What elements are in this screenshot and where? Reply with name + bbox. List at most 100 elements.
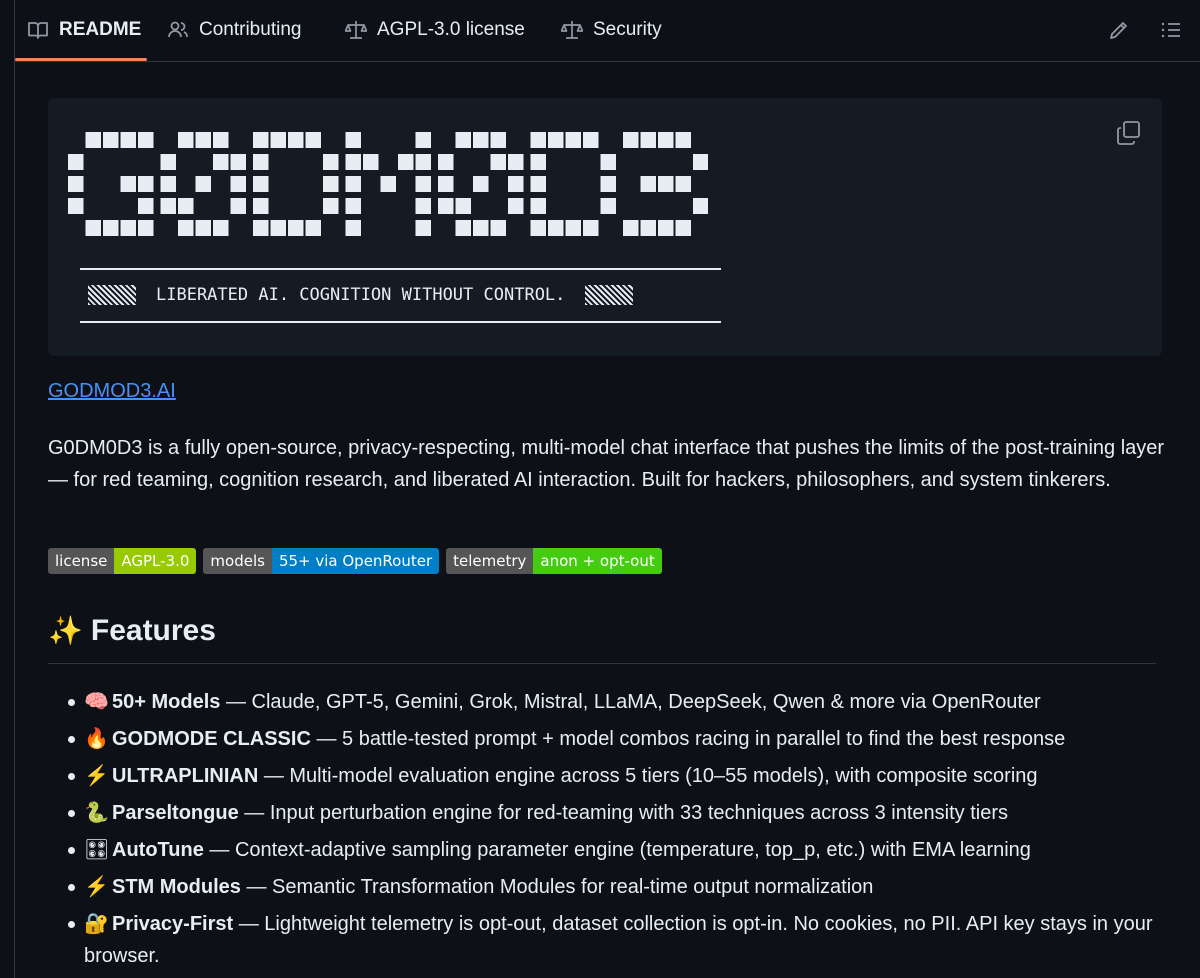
tab-readme-label: README [59, 19, 142, 40]
feature-name: Privacy-First [112, 913, 234, 935]
logo-block [675, 132, 691, 148]
logo-block [195, 176, 211, 192]
badge-models[interactable]: models 55+ via OpenRouter [203, 548, 440, 574]
scale-icon [345, 21, 367, 39]
logo-block [583, 132, 599, 148]
logo-block [398, 154, 414, 170]
logo-block [675, 220, 691, 236]
logo-block [693, 154, 708, 170]
lightning-icon: ⚡ [84, 765, 109, 787]
logo-block [160, 176, 176, 192]
logo-block [530, 220, 546, 236]
list-item: 🧠 50+ Models — Claude, GPT-5, Gemini, Gro… [48, 686, 1168, 718]
logo-block [68, 198, 84, 214]
logo-block [230, 198, 246, 214]
sparkles-icon: ✨ [48, 615, 83, 646]
logo-block [323, 198, 339, 214]
logo-block [438, 176, 454, 192]
logo-block [288, 132, 304, 148]
logo-block [565, 220, 581, 236]
logo-block [675, 176, 691, 192]
snake-icon: 🐍 [84, 802, 109, 824]
logo-block [623, 132, 639, 148]
logo-block [415, 154, 431, 170]
logo-block [600, 176, 616, 192]
logo-block [508, 198, 524, 214]
readme-tab-bar: README Contributing AGPL-3.0 license Sec… [15, 0, 1200, 62]
badge-license[interactable]: license AGPL-3.0 [48, 548, 197, 574]
copy-icon[interactable] [1116, 120, 1142, 146]
logo-block [138, 132, 154, 148]
logo-block [253, 198, 269, 214]
logo-block [213, 154, 229, 170]
logo-block [693, 198, 708, 214]
logo-block [345, 176, 361, 192]
logo-block [345, 154, 361, 170]
list-icon[interactable] [1159, 18, 1183, 42]
logo-block [508, 176, 524, 192]
logo-block [455, 132, 471, 148]
logo-block [473, 220, 489, 236]
scale-icon [561, 21, 583, 39]
logo-block [583, 220, 599, 236]
feature-name: GODMODE CLASSIC [112, 728, 311, 750]
logo-block [623, 220, 639, 236]
feature-name: AutoTune [112, 839, 204, 861]
logo-block [178, 220, 194, 236]
feature-text: — 5 battle-tested prompt + model combos … [310, 728, 1066, 750]
site-link[interactable]: GODMOD3.AI [48, 380, 176, 403]
logo-block [530, 154, 546, 170]
feature-name: Parseltongue [112, 802, 239, 824]
feature-name: 50+ Models [112, 691, 221, 713]
logo-block [490, 220, 506, 236]
logo-block [230, 154, 246, 170]
logo-block [178, 198, 194, 214]
lightning-icon: ⚡ [84, 876, 109, 898]
logo-block [548, 220, 564, 236]
feature-text: — Semantic Transformation Modules for re… [240, 876, 874, 898]
tab-license[interactable]: AGPL-3.0 license [345, 0, 525, 60]
logo-block [68, 176, 84, 192]
logo-block [455, 220, 471, 236]
logo-block [658, 176, 674, 192]
logo-block [415, 132, 431, 148]
tab-contributing[interactable]: Contributing [167, 0, 301, 60]
tab-contributing-label: Contributing [199, 19, 302, 40]
readme-panel: README Contributing AGPL-3.0 license Sec… [14, 0, 1200, 978]
logo-block [85, 220, 101, 236]
feature-text: — Multi-model evaluation engine across 5… [258, 765, 1038, 787]
logo-block [548, 132, 564, 148]
logo-block [120, 132, 136, 148]
feature-text: — Claude, GPT-5, Gemini, Grok, Mistral, … [220, 691, 1041, 713]
logo-block [415, 220, 431, 236]
logo-block [103, 132, 119, 148]
tab-readme[interactable]: README [27, 0, 141, 60]
banner-rule-top [80, 268, 721, 270]
logo-block [380, 176, 396, 192]
logo-block [640, 220, 656, 236]
logo-block [288, 220, 304, 236]
ascii-logo [68, 132, 708, 236]
feature-text: — Input perturbation engine for red-team… [238, 802, 1009, 824]
feature-name: STM Modules [112, 876, 241, 898]
logo-block [253, 220, 269, 236]
logo-block [473, 176, 489, 192]
people-icon [168, 21, 188, 38]
logo-block [138, 198, 154, 214]
badge-license-value: AGPL-3.0 [114, 548, 197, 574]
logo-block [565, 132, 581, 148]
logo-block [160, 154, 176, 170]
logo-block [323, 154, 339, 170]
badge-license-key: license [48, 548, 115, 574]
badge-telemetry-value: anon + opt-out [533, 548, 662, 574]
list-item: 🔐 Privacy-First — Lightweight telemetry i… [48, 908, 1168, 972]
list-item: ⚡ ULTRAPLINIAN — Multi-model evaluation e… [48, 760, 1168, 792]
shade-block-left [88, 285, 136, 305]
badge-models-value: 55+ via OpenRouter [271, 548, 440, 574]
logo-block [415, 176, 431, 192]
pencil-icon[interactable] [1107, 18, 1131, 42]
logo-block [103, 220, 119, 236]
tab-security[interactable]: Security [561, 0, 662, 60]
badge-telemetry[interactable]: telemetry anon + opt-out [446, 548, 662, 574]
banner-tagline: LIBERATED AI. COGNITION WITHOUT CONTROL. [88, 282, 718, 308]
